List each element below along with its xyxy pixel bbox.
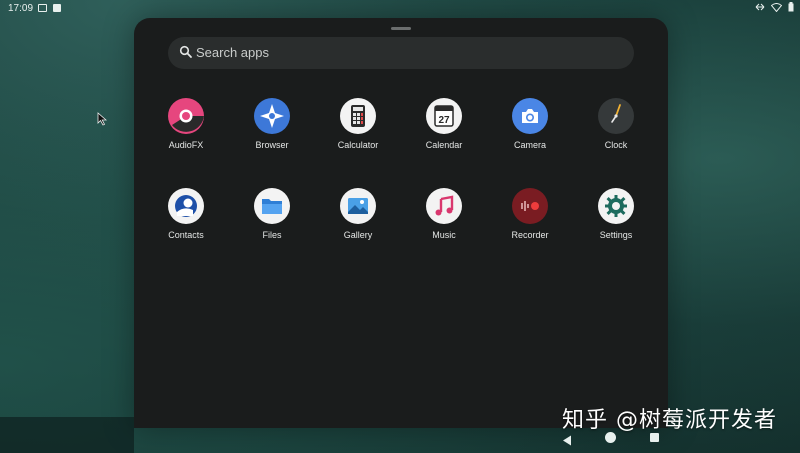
clock-icon <box>598 98 634 134</box>
app-calculator[interactable]: Calculator <box>315 98 401 150</box>
app-clock[interactable]: Clock <box>573 98 659 150</box>
app-files[interactable]: Files <box>229 188 315 240</box>
mouse-cursor-icon <box>97 112 108 131</box>
search-apps-bar[interactable]: Search apps <box>168 37 634 69</box>
status-bar: 17:09 <box>0 0 800 18</box>
app-recorder[interactable]: Recorder <box>487 188 573 240</box>
status-time: 17:09 <box>8 3 34 14</box>
files-icon <box>254 188 290 224</box>
app-label: AudioFX <box>168 140 204 150</box>
app-camera[interactable]: Camera <box>487 98 573 150</box>
recorder-icon <box>512 188 548 224</box>
notification-icon <box>53 4 61 12</box>
camera-icon <box>512 98 548 134</box>
app-browser[interactable]: Browser <box>229 98 315 150</box>
app-label: Settings <box>599 230 633 240</box>
app-calendar[interactable]: 27 Calendar <box>401 98 487 150</box>
search-icon <box>179 45 193 59</box>
battery-icon <box>788 2 794 12</box>
app-drawer: Search apps AudioFX Browser Calculator 2… <box>134 18 668 428</box>
recent-apps-button[interactable] <box>650 433 659 442</box>
contacts-icon <box>168 188 204 224</box>
calculator-icon <box>340 98 376 134</box>
back-button[interactable] <box>562 433 572 451</box>
calendar-date: 27 <box>438 115 450 126</box>
app-label: Recorder <box>511 230 549 240</box>
app-settings[interactable]: Settings <box>573 188 659 240</box>
data-transfer-icon <box>755 3 765 11</box>
app-label: Clock <box>604 140 628 150</box>
app-label: Calendar <box>425 140 463 150</box>
app-audiofx[interactable]: AudioFX <box>143 98 229 150</box>
music-icon <box>426 188 462 224</box>
browser-icon <box>254 98 290 134</box>
app-label: Calculator <box>337 140 379 150</box>
status-indicators <box>755 2 794 12</box>
app-label: Gallery <box>343 230 373 240</box>
search-input[interactable]: Search apps <box>196 45 269 60</box>
app-music[interactable]: Music <box>401 188 487 240</box>
wifi-icon <box>771 2 782 12</box>
app-gallery[interactable]: Gallery <box>315 188 401 240</box>
app-label: Contacts <box>168 230 204 240</box>
drawer-drag-handle[interactable] <box>391 27 411 30</box>
app-label: Music <box>432 230 456 240</box>
app-contacts[interactable]: Contacts <box>143 188 229 240</box>
calendar-icon: 27 <box>426 98 462 134</box>
watermark-text: 知乎 @树莓派开发者 <box>562 408 777 433</box>
notification-icon <box>38 4 47 12</box>
audiofx-icon <box>168 98 204 134</box>
app-label: Browser <box>255 140 289 150</box>
settings-icon <box>598 188 634 224</box>
gallery-icon <box>340 188 376 224</box>
app-label: Camera <box>513 140 546 150</box>
app-label: Files <box>262 230 282 240</box>
